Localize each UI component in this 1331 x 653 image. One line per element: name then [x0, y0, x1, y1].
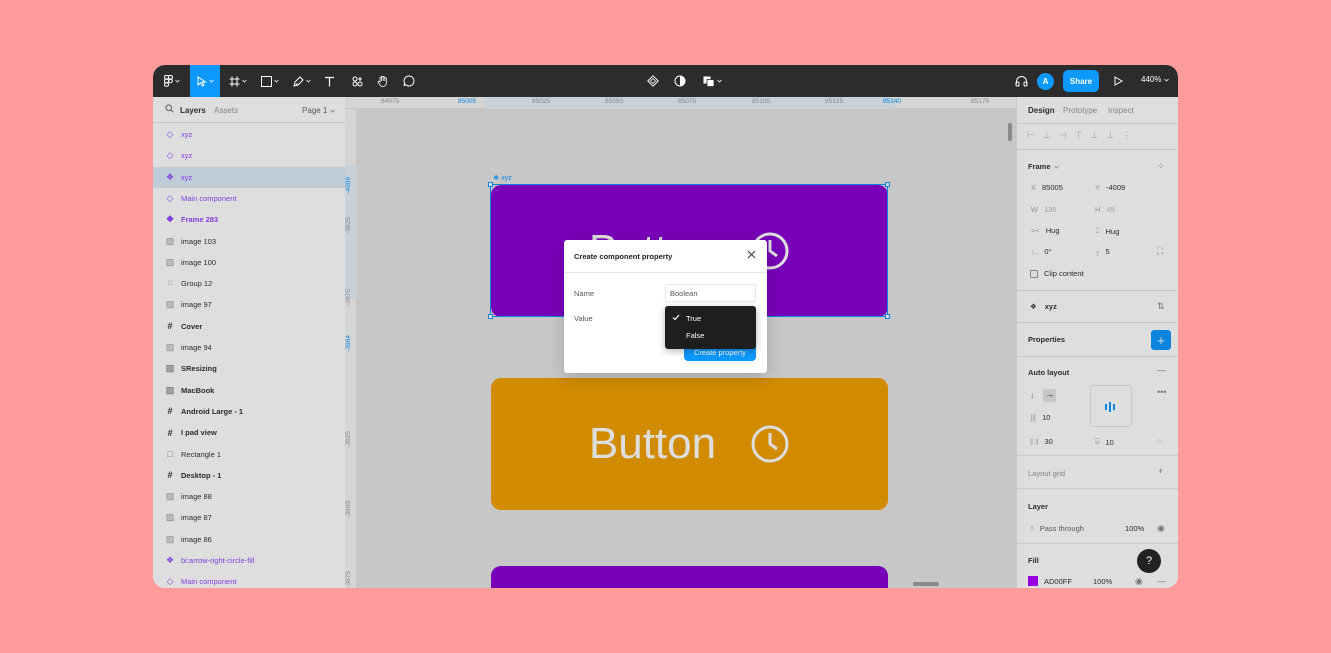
share-button[interactable]: Share — [1063, 70, 1099, 92]
hand-icon — [377, 75, 389, 87]
vertical-scrollbar[interactable] — [1008, 123, 1012, 141]
rectangle-icon — [261, 75, 272, 87]
dropdown-option-false[interactable]: False — [665, 327, 756, 343]
move-tool-button[interactable] — [190, 65, 220, 97]
frame-hash-icon — [229, 76, 240, 87]
chevron-down-icon — [242, 79, 247, 83]
toolbar: A Share 440% — [153, 65, 1178, 97]
text-tool-button[interactable] — [319, 65, 339, 97]
dialog-title: Create component property — [574, 252, 673, 261]
pen-tool-button[interactable] — [288, 65, 316, 97]
contrast-icon — [674, 75, 686, 87]
option-label: True — [686, 313, 702, 323]
chevron-down-icon — [716, 79, 722, 83]
mask-tool-button[interactable] — [670, 65, 690, 97]
pen-icon — [293, 75, 304, 87]
value-label: Value — [574, 314, 593, 323]
zoom-value: 440% — [1141, 75, 1162, 84]
question-mark-icon: ? — [1145, 555, 1153, 567]
play-icon — [1114, 76, 1123, 86]
component-diamond-icon — [647, 75, 659, 87]
audio-button[interactable] — [1011, 65, 1031, 97]
comment-bubble-icon — [403, 75, 415, 87]
value-dropdown-menu: True False — [665, 306, 756, 349]
cursor-arrow-icon — [197, 75, 207, 87]
frame-tool-button[interactable] — [224, 65, 252, 97]
shape-tool-button[interactable] — [256, 65, 284, 97]
hand-tool-button[interactable] — [373, 65, 393, 97]
create-property-dialog: Create component property Name Boolean V… — [564, 240, 767, 373]
comment-tool-button[interactable] — [399, 65, 419, 97]
boolean-union-icon — [703, 76, 715, 87]
dialog-divider — [564, 272, 767, 273]
close-icon — [747, 250, 756, 261]
component-tool-button[interactable] — [643, 65, 663, 97]
zoom-dropdown[interactable]: 440% — [1141, 75, 1169, 84]
boolean-tool-button[interactable] — [699, 65, 725, 97]
option-label: False — [686, 330, 705, 340]
chevron-down-icon — [1163, 75, 1169, 84]
dropdown-option-true[interactable]: True — [665, 310, 756, 326]
figma-logo-icon — [164, 75, 173, 87]
chevron-down-icon — [208, 79, 214, 83]
horizontal-scrollbar[interactable] — [913, 582, 939, 586]
text-t-icon — [324, 76, 335, 87]
chevron-down-icon — [274, 79, 279, 83]
help-button[interactable]: ? — [1137, 549, 1161, 573]
modal-backdrop-ruler — [357, 97, 1016, 109]
headphones-icon — [1015, 75, 1028, 87]
name-input[interactable]: Boolean — [665, 284, 756, 302]
chevron-down-icon — [175, 79, 180, 83]
name-label: Name — [574, 289, 595, 298]
present-button[interactable] — [1108, 65, 1128, 97]
modal-backdrop-left — [153, 97, 357, 588]
chevron-down-icon — [306, 79, 311, 83]
close-button[interactable] — [744, 248, 758, 262]
main-menu-button[interactable] — [159, 65, 185, 97]
modal-backdrop-right — [1016, 97, 1178, 588]
checkmark-icon — [672, 314, 680, 323]
resources-button[interactable] — [347, 65, 367, 97]
app-window: A Share 440% Layers Assets Page 1 ◇ xyz ◇ x… — [153, 65, 1178, 588]
user-avatar[interactable]: A — [1037, 73, 1054, 90]
resources-grid-icon — [352, 76, 363, 87]
